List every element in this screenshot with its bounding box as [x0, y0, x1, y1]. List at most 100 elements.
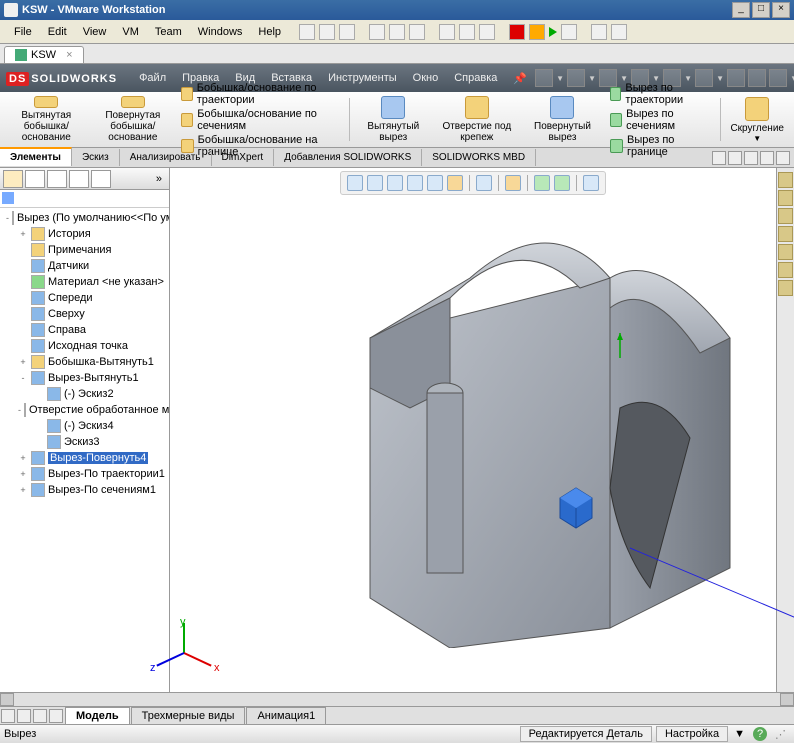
gear-icon[interactable]	[769, 69, 787, 87]
console-icon[interactable]	[439, 24, 455, 40]
horizontal-scrollbar[interactable]	[0, 692, 794, 706]
tree-item[interactable]: Исходная точка	[2, 338, 167, 354]
tree-filter[interactable]	[0, 190, 169, 208]
tree-item[interactable]: Сверху	[2, 306, 167, 322]
btab-last-icon[interactable]	[49, 709, 63, 723]
tab-mbd[interactable]: SOLIDWORKS MBD	[422, 149, 536, 166]
sw-menu-help[interactable]: Справка	[446, 69, 505, 87]
tab-3dviews[interactable]: Трехмерные виды	[131, 707, 246, 725]
tab-sketch[interactable]: Эскиз	[72, 149, 120, 166]
tab-model[interactable]: Модель	[65, 707, 130, 725]
tree-item[interactable]: +История	[2, 226, 167, 242]
tree-item[interactable]: +Вырез-Повернуть4	[2, 450, 167, 466]
tree-item[interactable]: +Вырез-По траектории1	[2, 466, 167, 482]
reset-icon[interactable]	[561, 24, 577, 40]
swept-boss-button[interactable]: Бобышка/основание по траектории	[181, 82, 341, 106]
sw-menu-window[interactable]: Окно	[405, 69, 447, 87]
doc-cascade-icon[interactable]	[728, 151, 742, 165]
tree-item[interactable]: (-) Эскиз4	[2, 418, 167, 434]
tree-item[interactable]: Эскиз3	[2, 434, 167, 450]
vm-tab-close-icon[interactable]: ×	[66, 49, 72, 61]
tree-item[interactable]: -Отверстие обработанное метч	[2, 402, 167, 418]
doc-minimize-icon[interactable]	[744, 151, 758, 165]
boundary-cut-button[interactable]: Вырез по границе	[610, 134, 712, 158]
doc-tile-icon[interactable]	[712, 151, 726, 165]
btab-prev-icon[interactable]	[17, 709, 31, 723]
tree-item[interactable]: -Вырез-Вытянуть1	[2, 370, 167, 386]
minimize-button[interactable]: _	[732, 2, 750, 18]
tree-item[interactable]: (-) Эскиз2	[2, 386, 167, 402]
open-icon[interactable]	[567, 69, 585, 87]
config-manager-tab-icon[interactable]	[47, 170, 67, 188]
menu-view[interactable]: View	[75, 24, 115, 40]
btab-first-icon[interactable]	[1, 709, 15, 723]
maximize-button[interactable]: □	[752, 2, 770, 18]
stop-icon[interactable]	[509, 24, 525, 40]
tree-item[interactable]: +Бобышка-Вытянуть1	[2, 354, 167, 370]
sw-menu-pin-icon[interactable]: 📌	[505, 69, 535, 88]
lofted-cut-button[interactable]: Вырез по сечениям	[610, 108, 712, 132]
manager-more-icon[interactable]: »	[152, 173, 166, 185]
menu-vm[interactable]: VM	[114, 24, 147, 40]
menu-edit[interactable]: Edit	[40, 24, 75, 40]
graphics-viewport[interactable]: y x z	[170, 168, 776, 692]
property-manager-tab-icon[interactable]	[25, 170, 45, 188]
vm-tab[interactable]: KSW ×	[4, 46, 84, 63]
summary-icon[interactable]	[479, 24, 495, 40]
doc-restore-icon[interactable]	[760, 151, 774, 165]
tree-root[interactable]: -Вырез (По умолчанию<<По умолч	[2, 210, 167, 226]
display-manager-tab-icon[interactable]	[91, 170, 111, 188]
tab-addins[interactable]: Добавления SOLIDWORKS	[274, 149, 422, 166]
btab-next-icon[interactable]	[33, 709, 47, 723]
status-dropdown-icon[interactable]: ▼	[730, 728, 749, 740]
tools-icon[interactable]	[591, 24, 607, 40]
lofted-boss-button[interactable]: Бобышка/основание по сечениям	[181, 108, 341, 132]
rebuild-icon[interactable]	[727, 69, 745, 87]
tree-item[interactable]: Примечания	[2, 242, 167, 258]
tab-evaluate[interactable]: Анализировать	[120, 149, 212, 166]
revolved-cut-button[interactable]: Повернутый вырез	[521, 94, 604, 145]
hole-wizard-button[interactable]: Отверстие под крепеж	[435, 94, 520, 145]
taskpane-resources-icon[interactable]	[778, 172, 793, 188]
play-icon[interactable]	[549, 27, 557, 37]
extruded-boss-button[interactable]: Вытянутая бобышка/основание	[4, 94, 89, 145]
menu-help[interactable]: Help	[250, 24, 289, 40]
status-resize-icon[interactable]: ⋰	[771, 728, 790, 741]
tree-item[interactable]: Материал <не указан>	[2, 274, 167, 290]
feature-tree[interactable]: -Вырез (По умолчанию<<По умолч +ИсторияП…	[0, 208, 169, 692]
sw-menu-file[interactable]: Файл	[131, 69, 174, 87]
tree-item[interactable]: +Вырез-По сечениям1	[2, 482, 167, 498]
pause-icon[interactable]	[529, 24, 545, 40]
feature-manager-tab-icon[interactable]	[3, 170, 23, 188]
menu-team[interactable]: Team	[147, 24, 190, 40]
fullscreen-icon[interactable]	[389, 24, 405, 40]
multi-icon[interactable]	[459, 24, 475, 40]
tree-item[interactable]: Справа	[2, 322, 167, 338]
options-icon[interactable]	[748, 69, 766, 87]
doc-close-icon[interactable]	[776, 151, 790, 165]
close-button[interactable]: ×	[772, 2, 790, 18]
new-icon[interactable]	[535, 69, 553, 87]
menu-file[interactable]: File	[6, 24, 40, 40]
tab-dimxpert[interactable]: DimXpert	[212, 149, 275, 166]
menu-windows[interactable]: Windows	[190, 24, 251, 40]
dimxpert-manager-tab-icon[interactable]	[69, 170, 89, 188]
tab-features[interactable]: Элементы	[0, 147, 72, 166]
help-icon[interactable]: ?	[753, 727, 767, 741]
extruded-cut-button[interactable]: Вытянутый вырез	[354, 94, 433, 145]
revolved-boss-button[interactable]: Повернутая бобышка/основание	[91, 94, 176, 145]
swept-cut-button[interactable]: Вырез по траектории	[610, 82, 712, 106]
view-icon[interactable]	[369, 24, 385, 40]
status-settings[interactable]: Настройка	[656, 726, 728, 742]
power-icon[interactable]	[299, 24, 315, 40]
tab-animation[interactable]: Анимация1	[246, 707, 326, 725]
scroll-right-icon[interactable]	[780, 693, 794, 706]
tree-item[interactable]: Датчики	[2, 258, 167, 274]
fillet-button[interactable]: Скругление▼	[724, 94, 790, 145]
revert-icon[interactable]	[339, 24, 355, 40]
tree-item[interactable]: Спереди	[2, 290, 167, 306]
scroll-left-icon[interactable]	[0, 693, 14, 706]
snapshot-icon[interactable]	[319, 24, 335, 40]
unity-icon[interactable]	[409, 24, 425, 40]
grab-icon[interactable]	[611, 24, 627, 40]
